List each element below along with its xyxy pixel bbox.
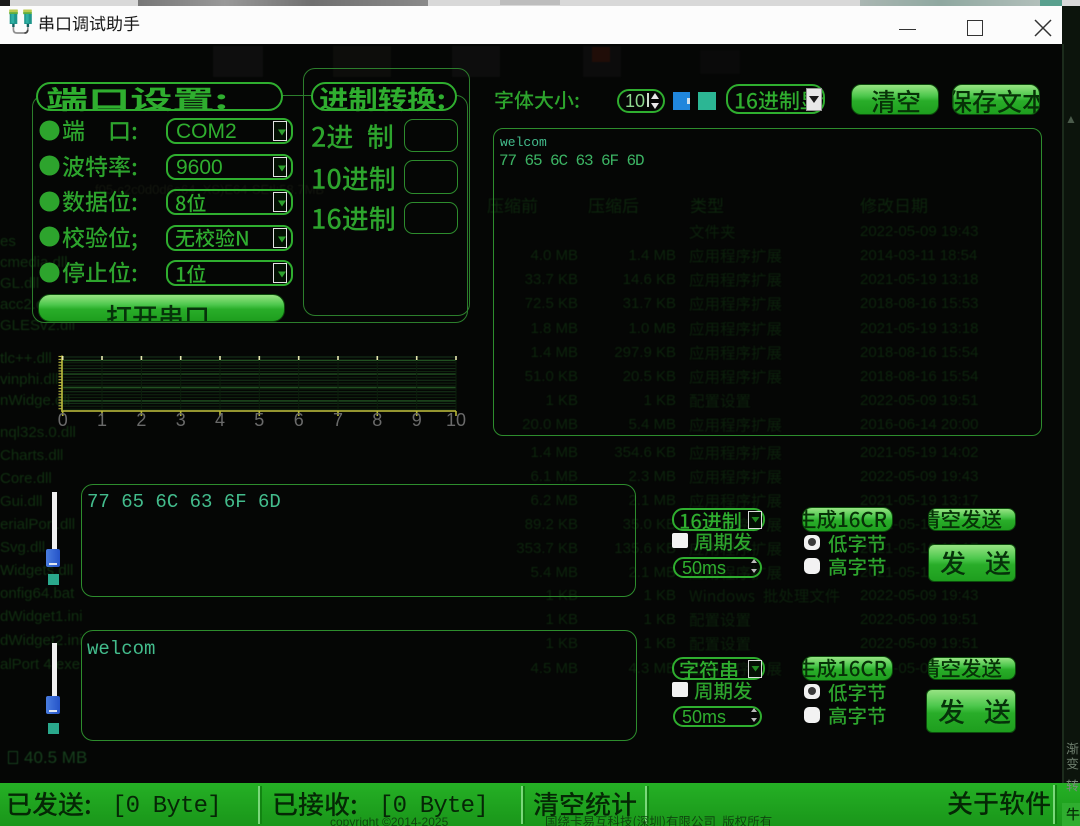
svg-text:5: 5 [254, 410, 264, 430]
svg-text:1: 1 [97, 410, 107, 430]
svg-text:0: 0 [58, 410, 68, 430]
svg-text:3: 3 [176, 410, 186, 430]
svg-text:10: 10 [446, 410, 466, 430]
svg-text:6: 6 [294, 410, 304, 430]
svg-text:7: 7 [333, 410, 343, 430]
svg-text:8: 8 [372, 410, 382, 430]
svg-text:4: 4 [215, 410, 225, 430]
svg-text:2: 2 [136, 410, 146, 430]
svg-text:9: 9 [412, 410, 422, 430]
